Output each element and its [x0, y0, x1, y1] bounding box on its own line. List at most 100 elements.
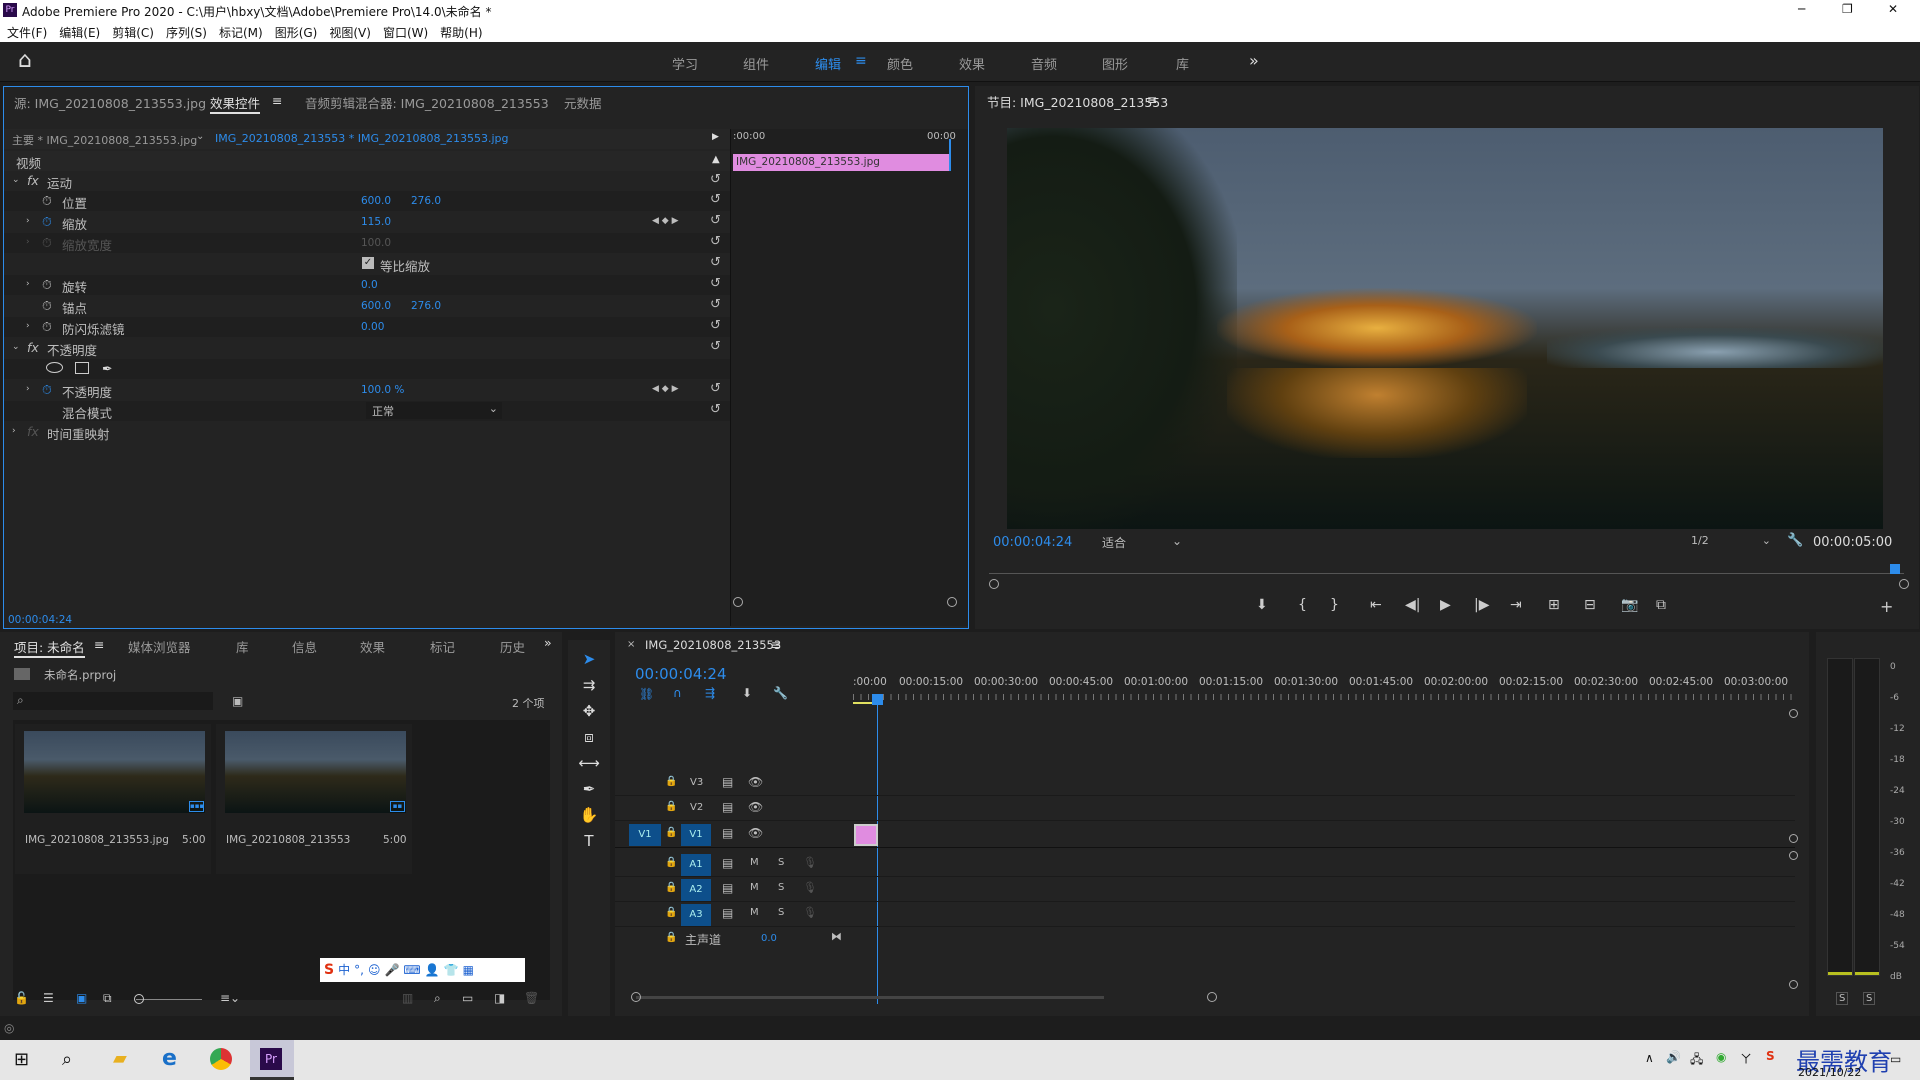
- fx-icon[interactable]: fx: [27, 173, 39, 188]
- reset-icon[interactable]: ↺: [710, 213, 721, 228]
- mark-out-icon[interactable]: }: [1330, 597, 1339, 613]
- new-bin-icon[interactable]: ▣: [232, 694, 243, 708]
- step-back-icon[interactable]: ◀|: [1405, 597, 1420, 613]
- playhead-head[interactable]: [872, 694, 883, 705]
- search-icon[interactable]: ⌕: [62, 1049, 72, 1070]
- ws-tab-editing[interactable]: 编辑: [815, 54, 841, 73]
- reset-icon[interactable]: ↺: [710, 318, 721, 333]
- windows-start-icon[interactable]: ⊞: [14, 1049, 29, 1070]
- track-scroll-handle[interactable]: [1789, 709, 1798, 718]
- effect-motion[interactable]: ⌄ fx 运动 ↺: [4, 171, 730, 191]
- project-item[interactable]: ▪▪ IMG_20210808_213553 5:00: [216, 724, 412, 874]
- camera-icon[interactable]: 📷: [1621, 597, 1638, 613]
- menu-clip[interactable]: 剪辑(C): [112, 26, 154, 40]
- go-to-end-icon[interactable]: ⧓: [831, 930, 842, 943]
- tab-effects[interactable]: 效果: [360, 637, 385, 656]
- panel-menu-icon[interactable]: ≡: [272, 93, 282, 108]
- effect-timecode[interactable]: 00:00:04:24: [8, 614, 72, 626]
- mini-scroll-start-handle[interactable]: [733, 597, 743, 607]
- play-clip-icon[interactable]: ▶: [712, 132, 719, 142]
- menu-help[interactable]: 帮助(H): [440, 26, 482, 40]
- reset-icon[interactable]: ↺: [710, 192, 721, 207]
- track-scroll-handle[interactable]: [1789, 834, 1798, 843]
- tray-app-icon[interactable]: ◉: [1716, 1050, 1726, 1064]
- sogou-tray-icon[interactable]: S: [1766, 1049, 1775, 1063]
- wrench-icon[interactable]: 🔧: [773, 686, 788, 700]
- mic-icon[interactable]: 🎙: [803, 906, 817, 919]
- mute-button[interactable]: M: [750, 857, 759, 868]
- rotation-value[interactable]: 0.0: [361, 279, 378, 291]
- close-button[interactable]: ✕: [1888, 2, 1898, 16]
- freeform-view-icon[interactable]: ⧉: [103, 991, 112, 1006]
- file-explorer-icon[interactable]: ▰: [113, 1048, 127, 1069]
- project-item[interactable]: ▪▪▪ IMG_20210808_213553.jpg 5:00: [15, 724, 211, 874]
- zoom-slider[interactable]: [136, 999, 202, 1000]
- premiere-taskbar-icon[interactable]: Pr: [250, 1040, 294, 1080]
- track-scroll-handle[interactable]: [1789, 980, 1798, 989]
- hand-tool-icon[interactable]: ✋: [578, 806, 600, 828]
- track-label[interactable]: A3: [681, 904, 711, 926]
- lock-icon[interactable]: 🔒: [665, 932, 677, 943]
- solo-button[interactable]: S: [778, 907, 784, 918]
- menu-view[interactable]: 视图(V): [329, 26, 371, 40]
- tab-effect-controls[interactable]: 效果控件: [210, 93, 261, 114]
- zoom-slider-handle[interactable]: [134, 994, 144, 1004]
- tab-info[interactable]: 信息: [292, 637, 317, 656]
- rectangle-mask-icon[interactable]: [75, 362, 89, 374]
- sequence-menu-icon[interactable]: ≡: [771, 637, 781, 652]
- maximize-button[interactable]: ❐: [1842, 2, 1853, 16]
- edge-icon[interactable]: e: [162, 1046, 177, 1071]
- ripple-edit-tool-icon[interactable]: ✥: [578, 702, 600, 724]
- track-label[interactable]: V2: [690, 802, 703, 813]
- tab-metadata[interactable]: 元数据: [564, 93, 602, 112]
- resolution-dropdown[interactable]: 1/2 ⌄: [1691, 534, 1775, 552]
- fit-dropdown[interactable]: 适合 ⌄: [1102, 534, 1186, 552]
- menu-marker[interactable]: 标记(M): [219, 26, 263, 40]
- volume-icon[interactable]: 🔊: [1666, 1050, 1681, 1064]
- effect-opacity[interactable]: ⌄ fx 不透明度 ↺: [4, 338, 730, 358]
- mini-clip-bar[interactable]: IMG_20210808_213553.jpg: [733, 154, 951, 171]
- reset-icon[interactable]: ↺: [710, 276, 721, 291]
- find-icon[interactable]: ⌕: [434, 991, 441, 1006]
- hscroll-end-handle[interactable]: [1207, 992, 1217, 1002]
- stopwatch-icon[interactable]: ⏱: [42, 298, 52, 314]
- source-patch-v1[interactable]: V1: [629, 824, 661, 846]
- ime-punct[interactable]: °,: [354, 963, 364, 977]
- stopwatch-icon[interactable]: ⏱: [42, 319, 52, 335]
- keyframe-nav-icon[interactable]: ◀ ◆ ▶: [652, 384, 679, 394]
- disclosure-triangle-icon[interactable]: ›: [26, 384, 30, 394]
- mini-playhead[interactable]: [949, 139, 951, 171]
- tray-chevron-icon[interactable]: ∧: [1645, 1051, 1654, 1065]
- add-marker-icon[interactable]: ⬇: [742, 686, 752, 700]
- ws-tab-audio[interactable]: 音频: [1031, 54, 1057, 73]
- track-label[interactable]: A2: [681, 879, 711, 901]
- timeline-playhead[interactable]: [877, 694, 878, 1004]
- position-y[interactable]: 276.0: [411, 195, 441, 207]
- slip-tool-icon[interactable]: ⟷: [578, 754, 600, 776]
- lock-icon[interactable]: 🔒: [665, 776, 677, 787]
- ws-tab-learn[interactable]: 学习: [672, 54, 698, 73]
- list-view-icon[interactable]: ☰: [43, 991, 54, 1005]
- reset-icon[interactable]: ↺: [710, 172, 721, 187]
- tab-markers[interactable]: 标记: [430, 637, 455, 656]
- scale-value[interactable]: 115.0: [361, 216, 391, 228]
- opacity-value[interactable]: 100.0 %: [361, 384, 404, 396]
- ws-tab-effects[interactable]: 效果: [959, 54, 985, 73]
- keyframe-nav-icon[interactable]: ◀ ◆ ▶: [652, 216, 679, 226]
- mic-icon[interactable]: 🎙: [803, 881, 817, 894]
- snap-icon[interactable]: ⛓: [639, 687, 654, 701]
- disclosure-triangle-icon[interactable]: ⌄: [12, 175, 20, 185]
- lift-icon[interactable]: ⊞: [1548, 597, 1560, 613]
- meter-solo-right[interactable]: S: [1863, 992, 1876, 1005]
- uniform-scale-checkbox[interactable]: ✓: [362, 257, 374, 269]
- v1-clip[interactable]: [854, 824, 878, 846]
- stopwatch-icon[interactable]: ⏱: [42, 214, 52, 230]
- play-icon[interactable]: ▶: [1440, 597, 1451, 613]
- sort-icon[interactable]: ≡⌄: [220, 991, 240, 1005]
- sync-lock-icon[interactable]: ▤: [722, 906, 733, 920]
- stopwatch-icon[interactable]: ⏱: [42, 277, 52, 293]
- mini-scroll-end-handle[interactable]: [947, 597, 957, 607]
- track-label[interactable]: A1: [681, 854, 711, 876]
- tab-libraries[interactable]: 库: [236, 637, 249, 656]
- tools-icon[interactable]: ▦: [463, 963, 474, 977]
